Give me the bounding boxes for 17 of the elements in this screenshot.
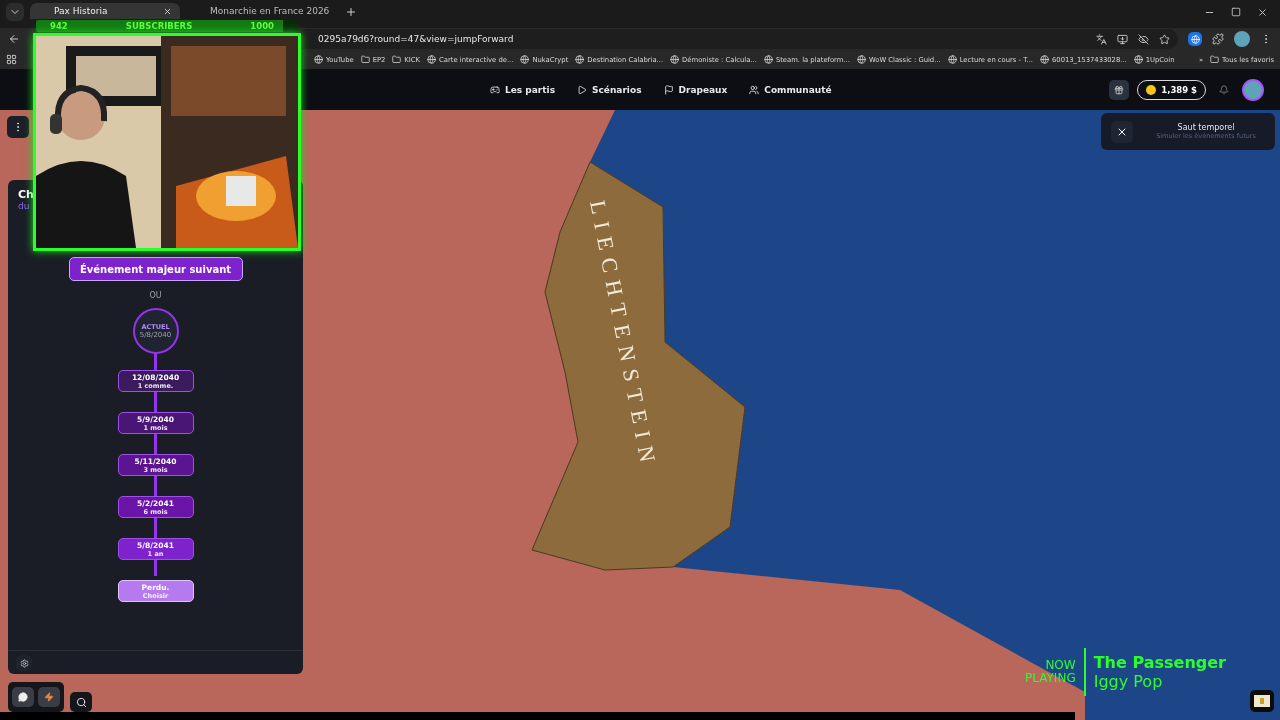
song-title: The Passenger xyxy=(1093,653,1226,672)
panel-title: Ch xyxy=(18,188,34,201)
song-artist: Iggy Pop xyxy=(1093,672,1164,691)
nav-link[interactable]: Les partis xyxy=(490,85,556,95)
nav-link[interactable]: Communauté xyxy=(749,85,832,95)
toast-title: Saut temporel xyxy=(1177,123,1235,132)
browser-tab[interactable]: Monarchie en France 2026 xyxy=(186,3,336,19)
nav-link[interactable]: Scénarios xyxy=(577,85,642,95)
now-playing-label: NOW xyxy=(1045,659,1076,672)
subscriber-count: 942 xyxy=(50,21,68,31)
separator-text: OU xyxy=(149,291,162,300)
goal-label: SUBSCRIBERS xyxy=(125,21,193,31)
next-event-button[interactable]: Événement majeur suivant xyxy=(68,257,243,281)
panel-subtitle: du xyxy=(18,201,30,211)
browser-tab[interactable]: Pax Historia xyxy=(30,3,180,19)
nav-link[interactable]: Drapeaux xyxy=(663,85,728,95)
goal-target: 1000 xyxy=(250,21,274,31)
